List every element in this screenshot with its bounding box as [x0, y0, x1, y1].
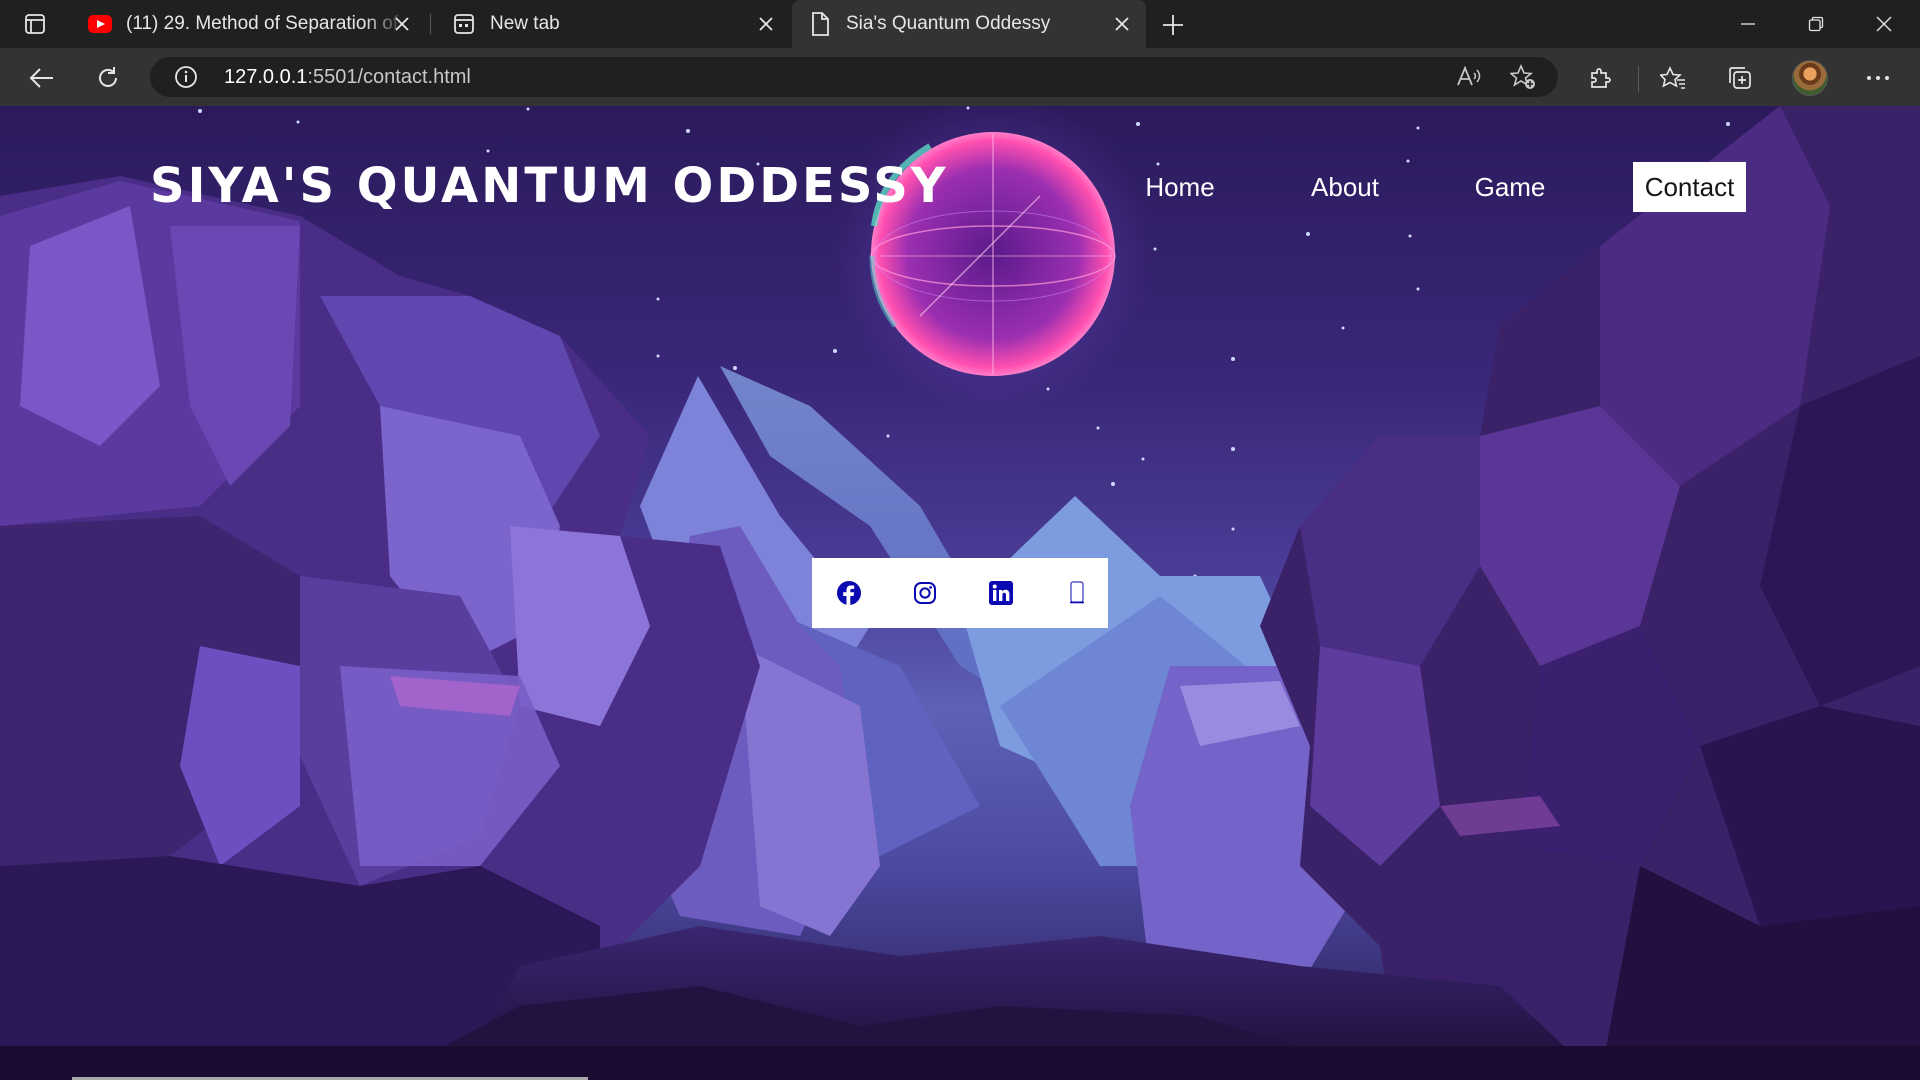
social-links-panel: [812, 558, 1108, 628]
back-button[interactable]: [24, 60, 60, 96]
collections-icon: [1729, 67, 1751, 89]
document-icon: [808, 12, 832, 36]
favorites-icon: [1660, 66, 1685, 89]
tab-new-tab[interactable]: New tab: [436, 0, 790, 48]
url-text: 127.0.0.1:5501/contact.html: [224, 66, 471, 89]
site-info-icon[interactable]: [174, 65, 198, 93]
refresh-button[interactable]: [90, 60, 126, 96]
favorites-button[interactable]: [1655, 60, 1691, 96]
tab-title: (11) 29. Method of Separation of Variabl…: [126, 13, 406, 34]
nav-home-link[interactable]: Home: [1135, 162, 1225, 212]
page-viewport: SIYA'S QUANTUM ODDESSY Home About Game C…: [0, 106, 1920, 1080]
nav-about-link[interactable]: About: [1299, 162, 1391, 212]
refresh-icon: [99, 67, 117, 87]
close-icon[interactable]: [1112, 14, 1132, 34]
instagram-icon[interactable]: [912, 580, 938, 606]
tab-actions-button[interactable]: [0, 0, 70, 48]
linkedin-icon[interactable]: [988, 580, 1014, 606]
site-title: SIYA'S QUANTUM ODDESSY: [150, 158, 949, 214]
extensions-button[interactable]: [1582, 60, 1618, 96]
browser-toolbar: 127.0.0.1:5501/contact.html: [0, 48, 1920, 106]
close-icon[interactable]: [756, 14, 776, 34]
phone-icon[interactable]: [1064, 580, 1090, 606]
facebook-icon[interactable]: [836, 580, 862, 606]
plus-icon: [1163, 15, 1183, 35]
more-menu-button[interactable]: [1860, 60, 1896, 96]
collections-button[interactable]: [1722, 60, 1758, 96]
restore-icon: [1808, 16, 1824, 32]
youtube-icon: [88, 12, 112, 36]
profile-avatar[interactable]: [1792, 60, 1828, 96]
tab-divider: [430, 14, 431, 34]
add-favorite-icon[interactable]: [1508, 63, 1536, 94]
puzzle-icon: [1591, 68, 1611, 88]
read-aloud-icon[interactable]: [1456, 65, 1482, 93]
toolbar-divider: [1638, 66, 1639, 92]
address-bar[interactable]: 127.0.0.1:5501/contact.html: [150, 57, 1558, 97]
minimize-icon: [1741, 23, 1755, 25]
nav-contact-link[interactable]: Contact: [1633, 162, 1746, 212]
restore-button[interactable]: [1782, 0, 1850, 48]
browser-tab-bar: (11) 29. Method of Separation of Variabl…: [0, 0, 1920, 48]
tab-actions-icon: [25, 14, 45, 34]
url-path: :5501/contact.html: [307, 66, 471, 88]
close-icon[interactable]: [392, 14, 412, 34]
nav-game-link[interactable]: Game: [1465, 162, 1555, 212]
minimize-button[interactable]: [1714, 0, 1782, 48]
tab-active-site[interactable]: Sia's Quantum Oddessy: [792, 0, 1146, 48]
tab-title: New tab: [490, 13, 560, 34]
url-host: 127.0.0.1: [224, 66, 308, 88]
close-icon: [1876, 16, 1892, 32]
tab-title: Sia's Quantum Oddessy: [846, 13, 1051, 34]
back-arrow-icon: [29, 68, 53, 88]
new-tab-button[interactable]: [1158, 10, 1188, 40]
tab-youtube[interactable]: (11) 29. Method of Separation of Variabl…: [72, 0, 426, 48]
more-icon: [1867, 76, 1889, 80]
new-tab-icon: [452, 12, 476, 36]
close-window-button[interactable]: [1850, 0, 1918, 48]
